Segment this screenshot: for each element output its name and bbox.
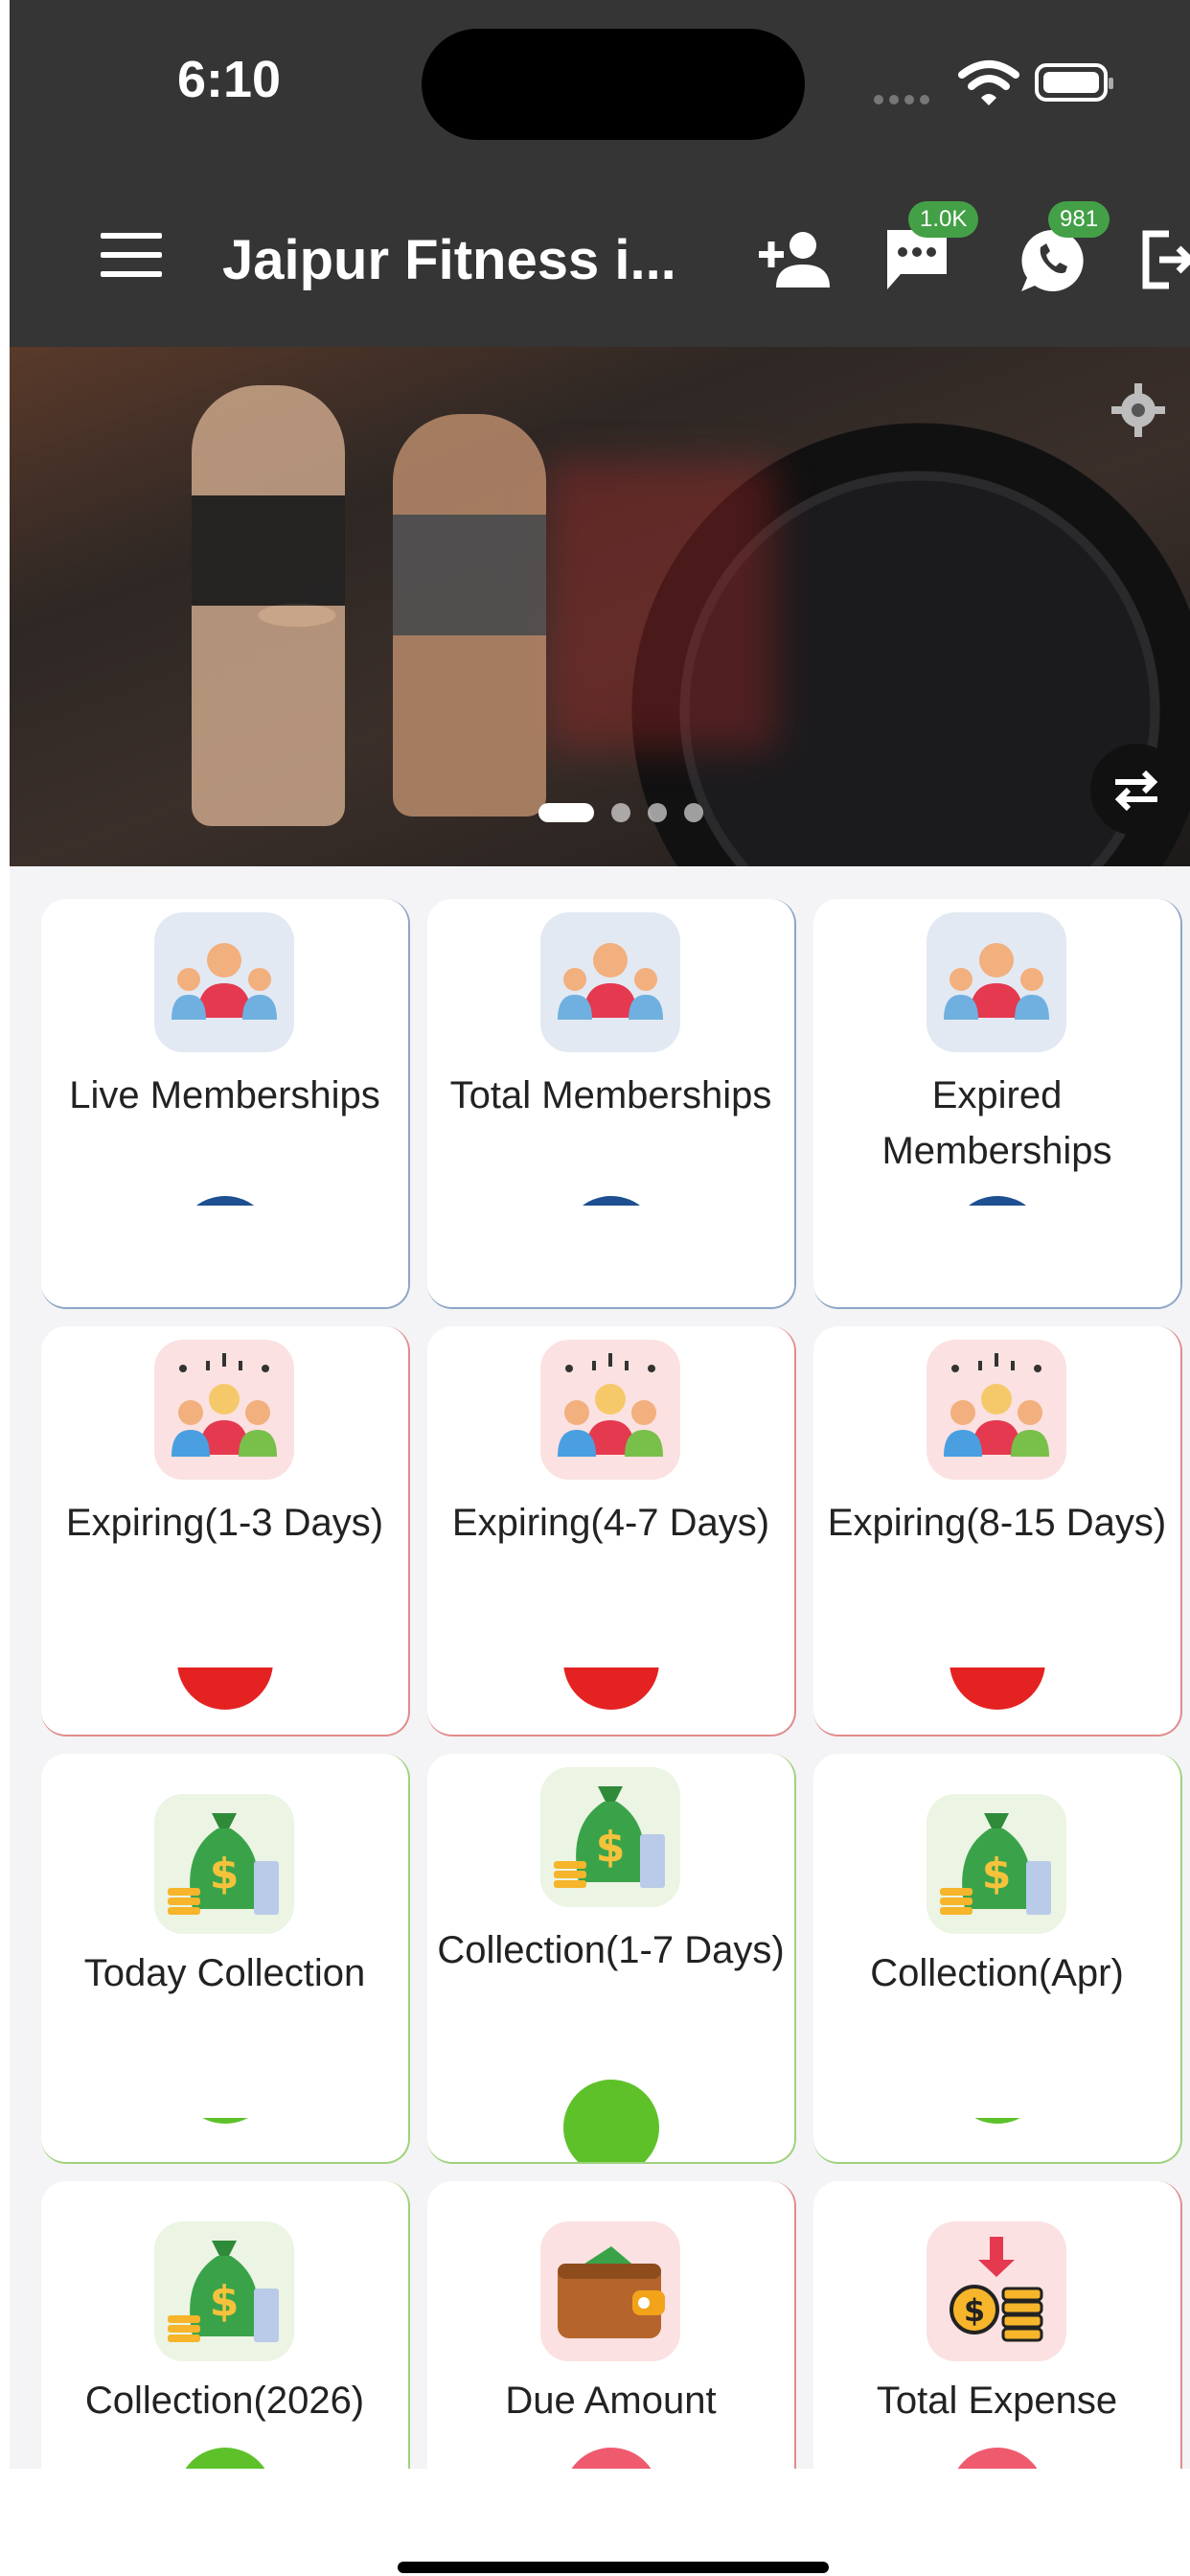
app-title: Jaipur Fitness i... <box>222 229 676 291</box>
svg-text:$: $ <box>964 2292 985 2329</box>
cellular-signal-icon <box>874 92 941 104</box>
money-bag-icon: $ <box>540 1767 680 1907</box>
money-bag-icon: $ <box>154 1794 294 1934</box>
home-indicator[interactable] <box>398 2562 829 2573</box>
bottom-area <box>10 2469 1190 2576</box>
whatsapp-badge: 981 <box>1048 201 1110 238</box>
status-time: 6:10 <box>177 51 282 108</box>
svg-text:$: $ <box>210 1850 240 1898</box>
card-label: Live Memberships <box>69 1074 380 1116</box>
wifi-icon <box>958 60 1019 105</box>
carousel-dot-1[interactable] <box>538 803 594 822</box>
svg-text:$: $ <box>982 1850 1012 1898</box>
card-label: Total Memberships <box>449 1074 772 1116</box>
svg-text:$: $ <box>210 2277 240 2326</box>
card-expiring-1-3-days[interactable]: Expiring(1-3 Days) <box>41 1326 410 1736</box>
logout-icon[interactable] <box>1140 228 1190 291</box>
app-bar: 6:10 Jaipur Fitness i... 1.0K 981 <box>10 0 1190 347</box>
card-expiring-8-15-days[interactable]: Expiring(8-15 Days) <box>813 1326 1182 1736</box>
celebrating-group-icon <box>540 1340 680 1480</box>
card-collection-apr[interactable]: $ Collection(Apr) <box>813 1754 1182 2164</box>
card-label: Expiring(1-3 Days) <box>65 1502 384 1544</box>
carousel-dots <box>538 803 721 826</box>
app-screen: 6:10 Jaipur Fitness i... 1.0K 981 Live M… <box>10 0 1190 2576</box>
swap-arrows-icon <box>1114 770 1158 812</box>
add-user-icon[interactable] <box>759 230 832 288</box>
battery-icon <box>1035 63 1113 102</box>
celebrating-group-icon <box>927 1340 1066 1480</box>
svg-text:$: $ <box>596 1823 626 1872</box>
members-group-icon <box>927 912 1066 1052</box>
members-group-icon <box>540 912 680 1052</box>
card-label: Collection(2026) <box>84 2380 365 2422</box>
card-label: Collection(Apr) <box>870 1952 1124 1994</box>
card-label: Collection(1-7 Days) <box>437 1929 785 1971</box>
sms-badge: 1.0K <box>908 201 979 238</box>
hamburger-menu-icon[interactable] <box>101 233 162 277</box>
card-collection-1-7-days[interactable]: $ Collection(1-7 Days) <box>427 1754 796 2164</box>
carousel-dot-4[interactable] <box>684 803 703 822</box>
gear-icon[interactable] <box>1111 383 1165 437</box>
banner-carousel[interactable] <box>10 347 1190 866</box>
members-group-icon <box>154 912 294 1052</box>
card-label: Total Expense <box>876 2380 1118 2422</box>
money-bag-icon: $ <box>154 2221 294 2361</box>
card-label: Expiring(8-15 Days) <box>827 1502 1167 1544</box>
card-today-collection[interactable]: $ Today Collection <box>41 1754 410 2164</box>
wallet-icon <box>540 2221 680 2361</box>
card-label: Expiring(4-7 Days) <box>451 1502 770 1544</box>
banner-image <box>192 385 345 826</box>
swap-button[interactable] <box>1090 744 1182 836</box>
card-expired-memberships[interactable]: Expired Memberships <box>813 899 1182 1309</box>
card-label: Due Amount <box>505 2380 717 2422</box>
money-bag-icon: $ <box>927 1794 1066 1934</box>
carousel-dot-2[interactable] <box>611 803 630 822</box>
card-expiring-4-7-days[interactable]: Expiring(4-7 Days) <box>427 1326 796 1736</box>
card-total-memberships[interactable]: Total Memberships <box>427 899 796 1309</box>
carousel-dot-3[interactable] <box>648 803 667 822</box>
card-label: Expired Memberships <box>881 1074 1112 1172</box>
card-live-memberships[interactable]: Live Memberships <box>41 899 410 1309</box>
celebrating-group-icon <box>154 1340 294 1480</box>
card-label: Today Collection <box>83 1952 366 1994</box>
dynamic-island <box>422 29 805 140</box>
expense-coins-icon: $ <box>927 2221 1066 2361</box>
